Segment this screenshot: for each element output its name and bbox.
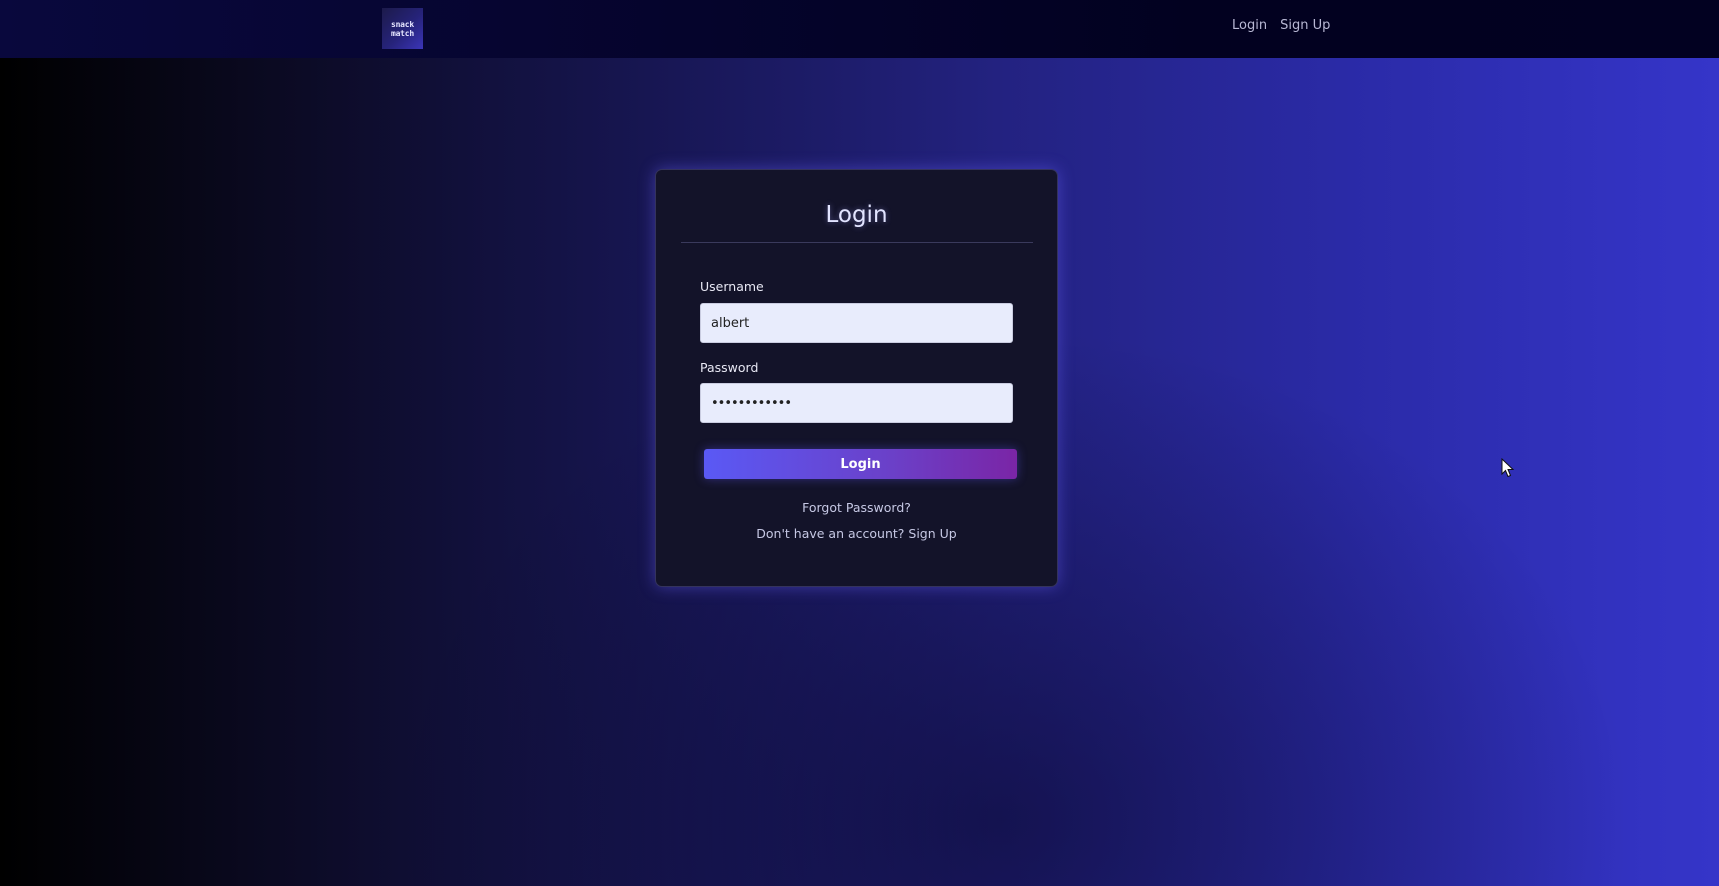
password-label: Password <box>700 360 759 375</box>
login-submit-button[interactable]: Login <box>704 449 1017 479</box>
login-card: Login Username Password Login Forgot Pas… <box>655 169 1058 587</box>
signup-prompt-text: Don't have an account? <box>756 526 905 541</box>
password-input[interactable] <box>700 383 1013 423</box>
top-navbar: snack match Login Sign Up <box>0 0 1719 58</box>
signup-prompt-row: Don't have an account? Sign Up <box>656 526 1057 541</box>
username-input[interactable] <box>700 303 1013 343</box>
login-title: Login <box>825 202 888 228</box>
forgot-password-row: Forgot Password? <box>656 500 1057 515</box>
mouse-cursor-icon <box>1501 458 1515 478</box>
title-divider <box>681 242 1033 243</box>
forgot-password-link[interactable]: Forgot Password? <box>802 500 911 515</box>
nav-links: Login Sign Up <box>1232 18 1330 33</box>
username-label: Username <box>700 279 764 294</box>
nav-login-link[interactable]: Login <box>1232 18 1267 33</box>
login-page: snack match Login Sign Up Login Username… <box>0 0 1719 886</box>
signup-link[interactable]: Sign Up <box>908 526 956 541</box>
logo-wordmark: snack match <box>390 19 415 38</box>
nav-signup-link[interactable]: Sign Up <box>1280 18 1330 33</box>
brand-logo[interactable]: snack match <box>382 8 423 49</box>
